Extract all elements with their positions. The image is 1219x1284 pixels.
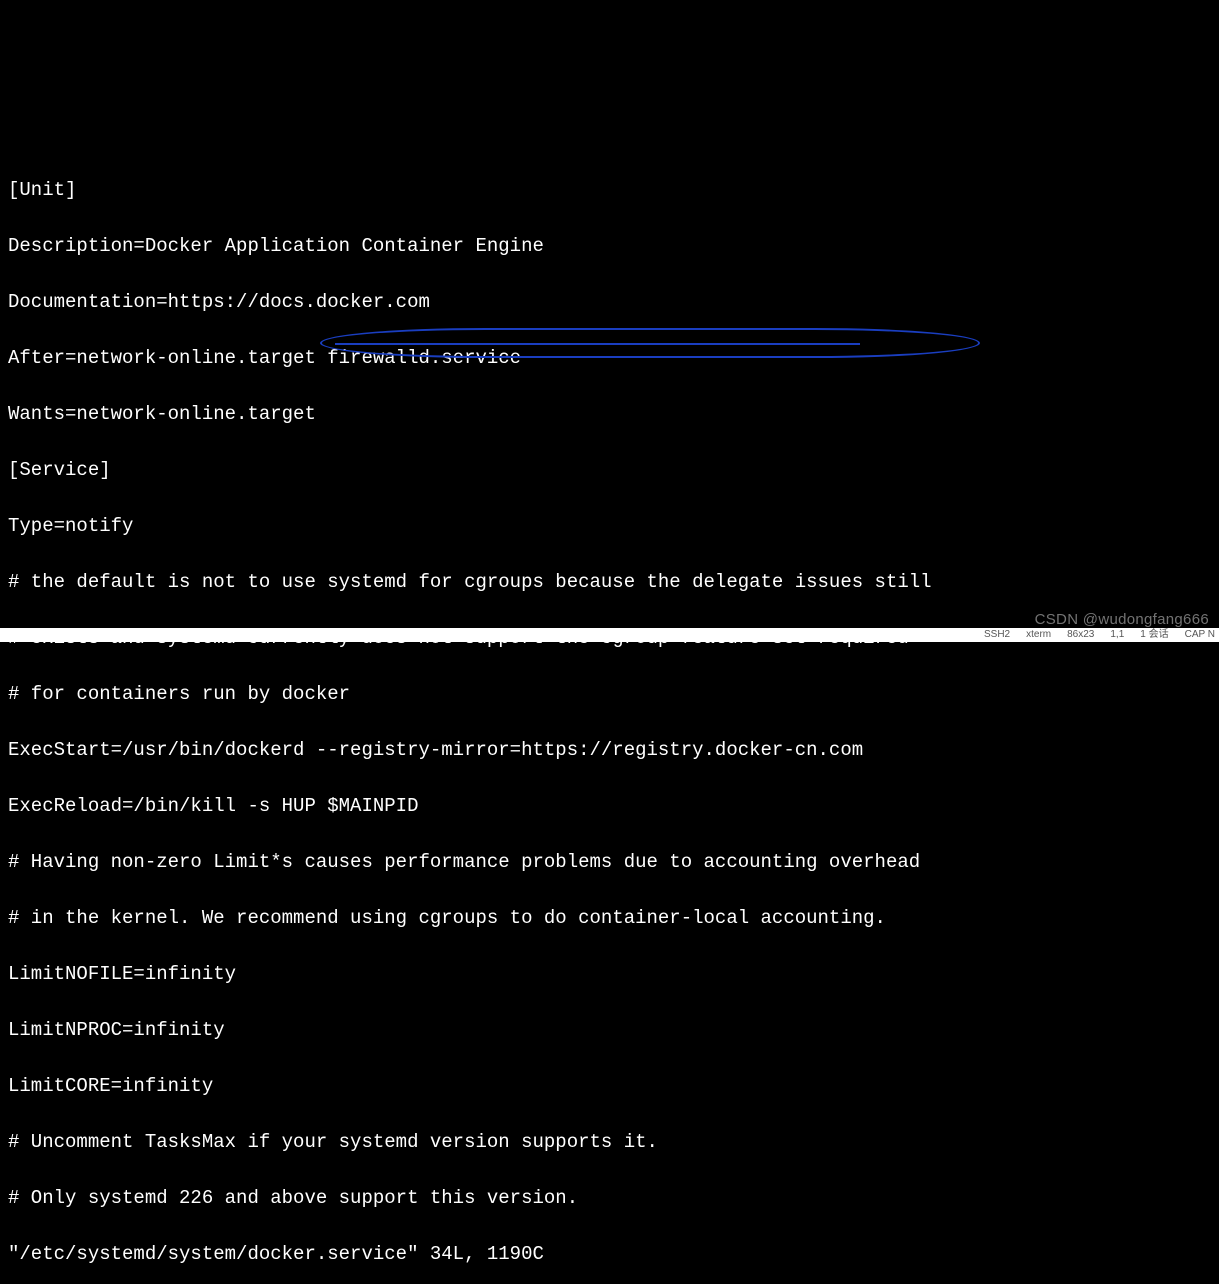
terminal-line: ExecReload=/bin/kill -s HUP $MAINPID [8,792,1211,820]
terminal-line: Wants=network-online.target [8,400,1211,428]
terminal-line: # the default is not to use systemd for … [8,568,1211,596]
status-cap: CAP N [1185,628,1215,642]
status-session: 1 会话 [1140,628,1168,642]
terminal-line: [Service] [8,456,1211,484]
status-ssh: SSH2 [984,628,1010,642]
terminal-line-status: "/etc/systemd/system/docker.service" 34L… [8,1240,1211,1268]
terminal-line: After=network-online.target firewalld.se… [8,344,1211,372]
terminal-line-execstart: ExecStart=/usr/bin/dockerd --registry-mi… [8,736,1211,764]
terminal-line: # in the kernel. We recommend using cgro… [8,904,1211,932]
blank-line [8,120,1211,148]
terminal-line: # for containers run by docker [8,680,1211,708]
terminal-line: # Uncomment TasksMax if your systemd ver… [8,1128,1211,1156]
terminal-line: # Having non-zero Limit*s causes perform… [8,848,1211,876]
terminal-line: Description=Docker Application Container… [8,232,1211,260]
terminal-line: Documentation=https://docs.docker.com [8,288,1211,316]
status-term: xterm [1026,628,1051,642]
terminal-line: LimitNOFILE=infinity [8,960,1211,988]
terminal-line: Type=notify [8,512,1211,540]
terminal-line: LimitCORE=infinity [8,1072,1211,1100]
terminal-line: [Unit] [8,176,1211,204]
status-bar: SSH2 xterm 86x23 1,1 1 会话 CAP N [0,628,1219,642]
status-size: 86x23 [1067,628,1094,642]
terminal-line: # Only systemd 226 and above support thi… [8,1184,1211,1212]
terminal-line: LimitNPROC=infinity [8,1016,1211,1044]
status-pos: 1,1 [1110,628,1124,642]
